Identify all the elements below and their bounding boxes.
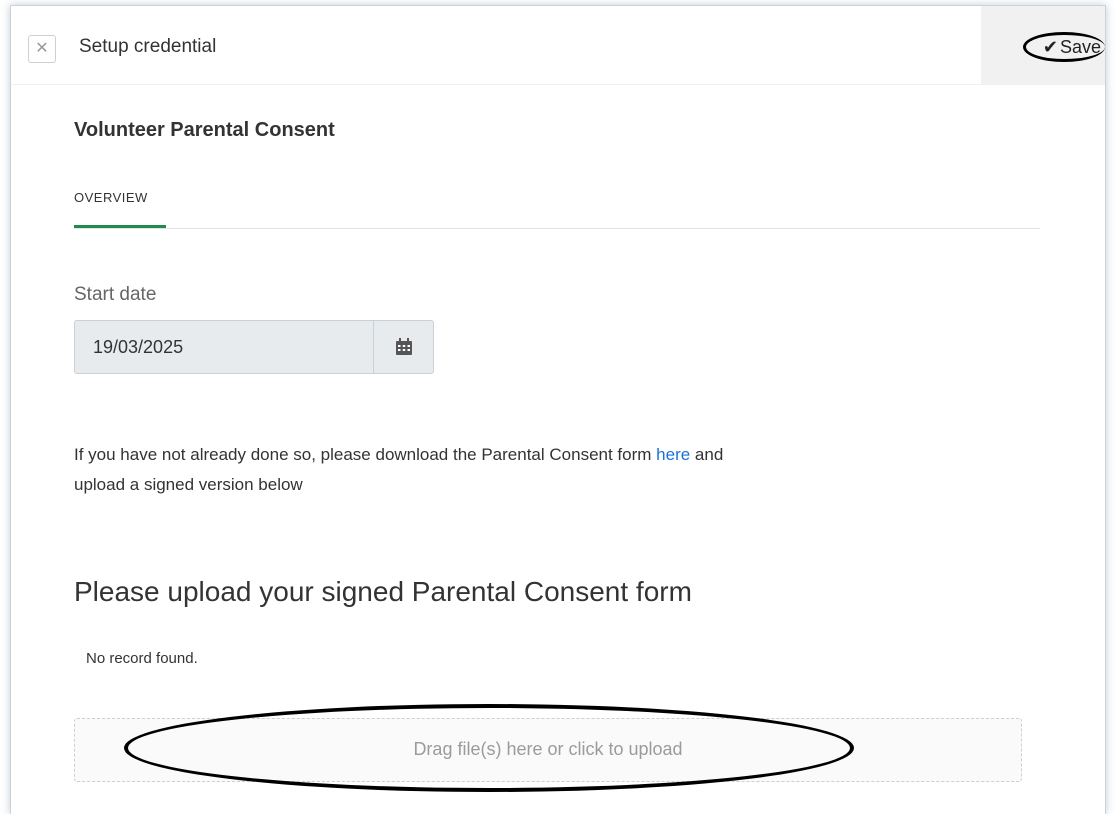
- calendar-button[interactable]: [373, 321, 433, 373]
- upload-heading: Please upload your signed Parental Conse…: [74, 576, 692, 607]
- file-dropzone[interactable]: Drag file(s) here or click to upload: [74, 718, 1022, 782]
- save-label: Save: [1059, 36, 1101, 57]
- download-link[interactable]: here: [656, 445, 690, 464]
- empty-state-text: No record found.: [86, 650, 198, 667]
- start-date-field[interactable]: 19/03/2025: [74, 320, 434, 374]
- top-bar: ✕ Setup credential ✔ Save: [11, 6, 1105, 85]
- tab-overview[interactable]: OVERVIEW: [74, 190, 166, 228]
- start-date-value: 19/03/2025: [93, 337, 184, 357]
- instructions-before: If you have not already done so, please …: [74, 445, 657, 464]
- calendar-icon: [395, 338, 412, 355]
- dropzone-label: Drag file(s) here or click to upload: [413, 739, 683, 759]
- check-icon: ✔: [1042, 36, 1058, 57]
- credential-heading: Volunteer Parental Consent: [74, 119, 335, 141]
- close-button[interactable]: ✕: [28, 35, 56, 63]
- credential-panel: ✕ Setup credential ✔ Save Volunteer Pare…: [10, 5, 1106, 814]
- save-area: ✔ Save: [981, 6, 1105, 84]
- close-icon: ✕: [35, 40, 49, 57]
- instructions-text: If you have not already done so, please …: [74, 440, 774, 500]
- start-date-label: Start date: [74, 284, 157, 305]
- page-title: Setup credential: [79, 36, 217, 57]
- tab-bar: OVERVIEW: [74, 168, 1040, 229]
- save-button[interactable]: ✔ Save: [1023, 32, 1105, 62]
